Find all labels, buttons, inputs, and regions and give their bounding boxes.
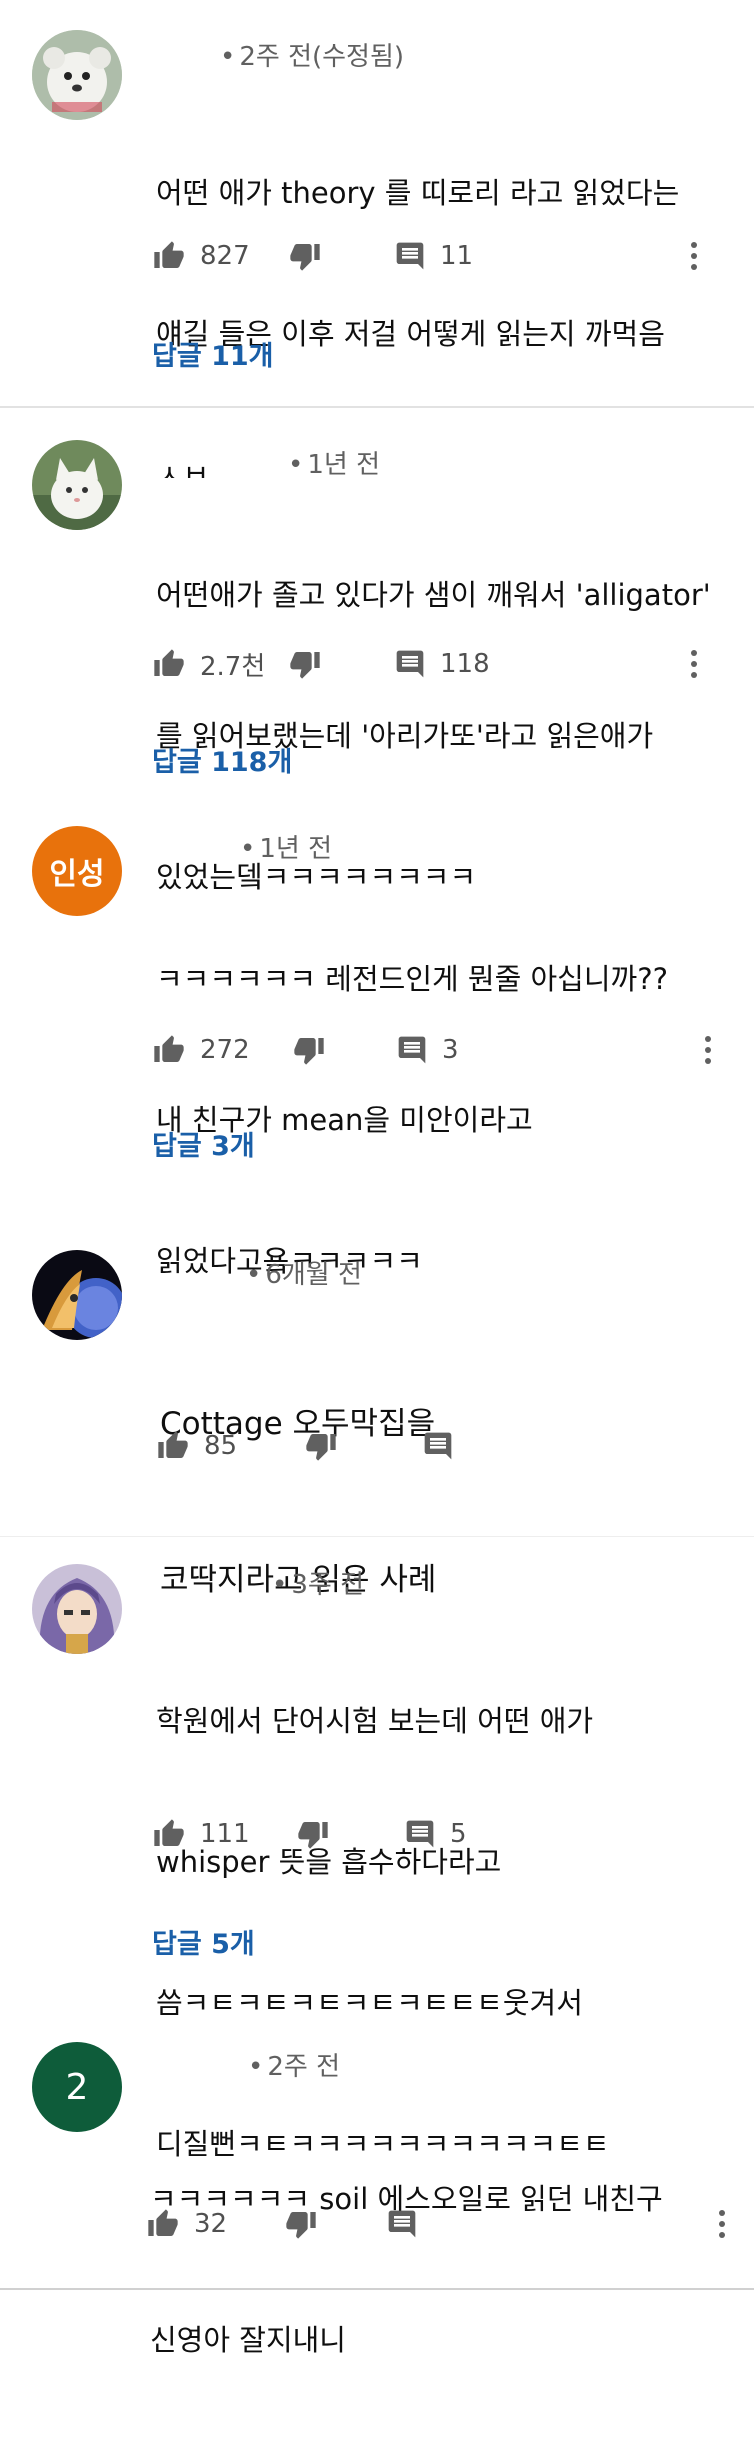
timestamp: 6개월 전: [265, 1260, 362, 1290]
plush-toy-avatar-icon[interactable]: [32, 30, 122, 120]
view-replies-link[interactable]: 답글 11개: [152, 334, 274, 373]
comment-line: 코딱지라고 읽은 사례: [160, 1562, 437, 1598]
comment-meta: • 3주 전: [272, 1570, 364, 1600]
thumbs-up-icon: [154, 1819, 184, 1846]
timestamp: 1년 전: [259, 834, 332, 864]
more-options-button[interactable]: [712, 2204, 732, 2244]
timestamp: 3주 전: [291, 1570, 364, 1600]
thumbs-up-icon: [154, 241, 184, 268]
comment-line: 읽었다고욬ㅋㅋㅋㅋㅋ: [156, 1244, 423, 1278]
reply-count: 3: [442, 1035, 459, 1065]
timestamp: 1년 전: [307, 450, 380, 480]
avatar-initials[interactable]: 인성: [32, 826, 122, 916]
like-button[interactable]: 85: [156, 1426, 237, 1466]
comment-actions: 85: [156, 1426, 736, 1466]
like-count: 85: [204, 1431, 238, 1461]
comment-actions: 272 3: [152, 1030, 732, 1070]
thumbs-up-icon: [158, 1431, 188, 1458]
dislike-button[interactable]: [292, 1030, 326, 1070]
reply-button[interactable]: 11: [394, 236, 473, 276]
thumbs-down-icon: [294, 1038, 324, 1065]
view-replies-link[interactable]: 답글 5개: [152, 1922, 255, 1961]
timestamp: 2주 전: [267, 2052, 340, 2082]
avatar-initials[interactable]: 2: [32, 2042, 122, 2132]
reply-count: 11: [440, 241, 474, 271]
comment-icon: [388, 2210, 416, 2238]
dislike-button[interactable]: [296, 1814, 330, 1854]
reply-count: 118: [440, 649, 490, 679]
thumbs-down-icon: [290, 244, 320, 271]
comment-actions: 2.7천 118: [152, 644, 732, 684]
thumbs-down-icon: [306, 1434, 336, 1461]
comment-line: ㅋㅋㅋㅋㅋㅋ 레전드인게 뭔줄 아십니까??: [156, 962, 668, 996]
like-count: 827: [200, 241, 250, 271]
comment-icon: [424, 1432, 452, 1460]
thumbs-up-icon: [154, 1035, 184, 1062]
more-options-button[interactable]: [684, 236, 704, 276]
comment-text: ㅋㅋㅋㅋㅋㅋ soil 에스오일로 읽던 내친구 신영아 잘지내니: [150, 2082, 720, 2458]
like-button[interactable]: 32: [146, 2204, 227, 2244]
comment-line: 씀ㅋㅌㅋㅌㅋㅌㅋㅌㅋㅌㅌㅌ웃겨서: [156, 1986, 583, 2020]
comment-meta: • 1년 전: [288, 450, 380, 480]
like-button[interactable]: 111: [152, 1814, 250, 1854]
like-button[interactable]: 2.7천: [152, 644, 265, 684]
like-button[interactable]: 272: [152, 1030, 250, 1070]
comment-meta: • 2주 전: [248, 2052, 340, 2082]
dislike-button[interactable]: [284, 2204, 318, 2244]
comment-icon: [406, 1820, 434, 1848]
thumbs-up-icon: [148, 2209, 178, 2236]
timestamp: 2주 전(수정됨): [239, 42, 405, 72]
comment-meta: • 1년 전: [240, 834, 332, 864]
comment-meta: • 2주 전(수정됨): [220, 42, 405, 72]
like-count: 272: [200, 1035, 250, 1065]
reply-button[interactable]: [422, 1426, 454, 1466]
comment-line: 어떤 애가 theory 를 띠로리 라고 읽었다는: [156, 176, 680, 210]
thumbs-down-icon: [286, 2212, 316, 2239]
comment-icon: [396, 650, 424, 678]
dislike-button[interactable]: [288, 644, 322, 684]
view-replies-link[interactable]: 답글 118개: [152, 740, 292, 779]
avatar-text: 2: [65, 2066, 89, 2108]
purple-hair-character-avatar-icon[interactable]: [32, 1564, 122, 1654]
thumbs-up-icon: [154, 649, 184, 676]
comment-line: ㅅㅂ: [156, 458, 210, 478]
divider: [0, 1536, 754, 1537]
reply-button[interactable]: 5: [404, 1814, 467, 1854]
thumbs-down-icon: [298, 1822, 328, 1849]
comment-icon: [398, 1036, 426, 1064]
avatar-text: 인성: [49, 857, 105, 892]
divider: [0, 2288, 754, 2290]
like-count: 111: [200, 1819, 250, 1849]
comment-actions: 827 11: [152, 236, 732, 276]
more-options-button[interactable]: [698, 1030, 718, 1070]
dislike-button[interactable]: [288, 236, 322, 276]
white-cat-avatar-icon[interactable]: [32, 440, 122, 530]
thumbs-down-icon: [290, 652, 320, 679]
like-count: 32: [194, 2209, 228, 2239]
comment-line: 학원에서 단어시험 보는데 어떤 애가: [156, 1704, 594, 1738]
anime-character-avatar-icon[interactable]: [32, 1250, 122, 1340]
reply-button[interactable]: 118: [394, 644, 490, 684]
comment-actions: 111 5: [152, 1814, 732, 1854]
reply-button[interactable]: [386, 2204, 418, 2244]
comment-icon: [396, 242, 424, 270]
reply-count: 5: [450, 1819, 467, 1849]
comment-meta: • 6개월 전: [246, 1260, 362, 1290]
like-button[interactable]: 827: [152, 236, 250, 276]
comment-line: 신영아 잘지내니: [150, 2323, 346, 2357]
divider: [0, 406, 754, 408]
dislike-button[interactable]: [304, 1426, 338, 1466]
comment-actions: 32: [146, 2204, 726, 2244]
comment-line: 어떤애가 졸고 있다가 샘이 깨워서 'alligator': [156, 578, 711, 612]
more-options-button[interactable]: [684, 644, 704, 684]
reply-button[interactable]: 3: [396, 1030, 459, 1070]
view-replies-link[interactable]: 답글 3개: [152, 1124, 255, 1163]
like-count: 2.7천: [200, 651, 266, 682]
